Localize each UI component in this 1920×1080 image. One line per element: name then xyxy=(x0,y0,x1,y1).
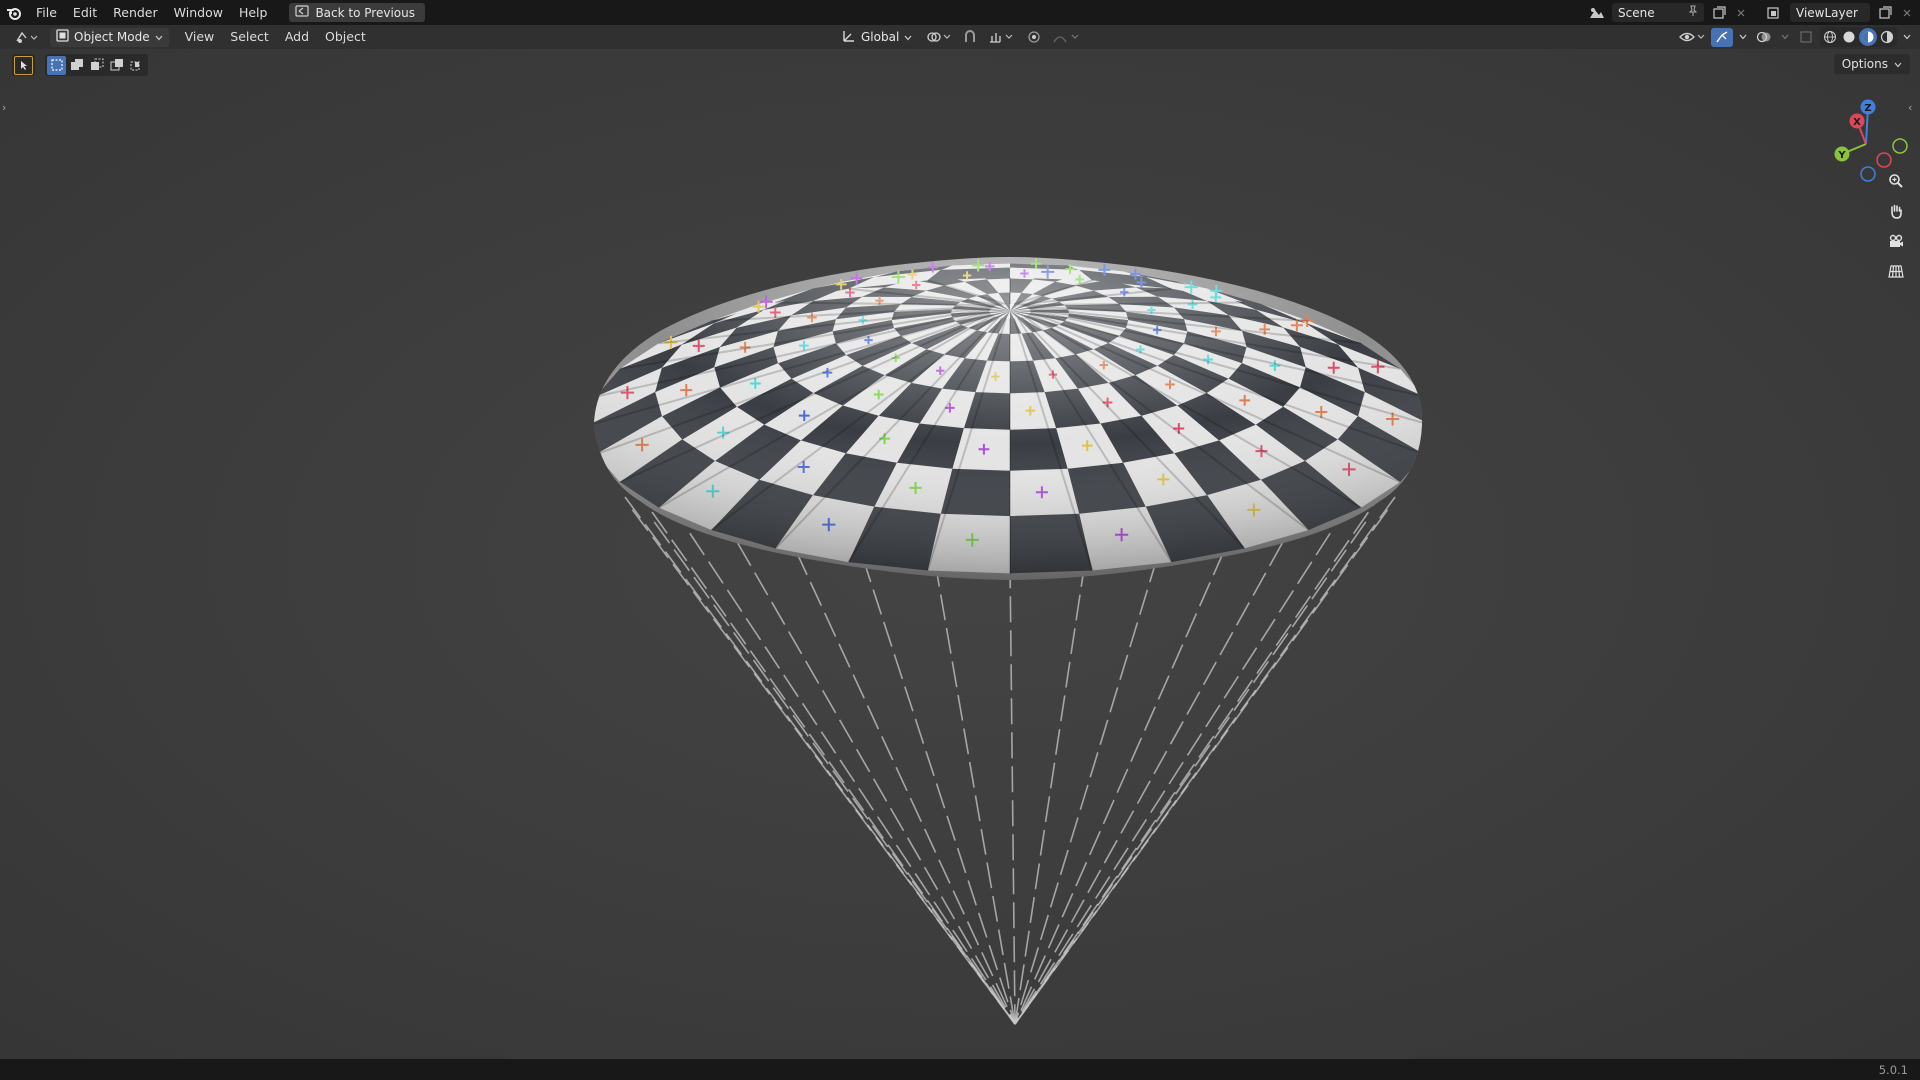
back-to-previous-label: Back to Previous xyxy=(315,5,415,20)
view-layer-browse-icon[interactable] xyxy=(1764,3,1786,22)
delete-view-layer-icon[interactable] xyxy=(1900,3,1914,22)
select-subtract-icon[interactable] xyxy=(87,56,106,75)
object-mode-dropdown[interactable]: Object Mode xyxy=(50,27,169,47)
gizmo-neg-x-icon[interactable] xyxy=(1876,152,1892,168)
overlay-dropdown-icon[interactable] xyxy=(1778,28,1792,47)
3d-viewport[interactable]: › ‹ Options Z X Y xyxy=(0,49,1920,1059)
orientation-label: Global xyxy=(861,30,900,44)
gizmo-neg-z-icon[interactable] xyxy=(1860,166,1876,182)
suspension-line xyxy=(1014,550,1225,1025)
camera-icon[interactable] xyxy=(1884,229,1908,253)
pin-icon[interactable] xyxy=(1688,5,1698,20)
parachute-model[interactable] xyxy=(0,49,1920,1059)
object-mode-icon xyxy=(56,29,69,45)
xray-icon[interactable] xyxy=(1795,28,1817,47)
tool-select-group xyxy=(12,54,35,76)
options-label: Options xyxy=(1841,57,1888,71)
suspension-line xyxy=(795,550,1016,1025)
object-mode-label: Object Mode xyxy=(74,30,150,44)
suspension-line xyxy=(1014,542,1283,1025)
toolbar-expand-icon[interactable]: › xyxy=(2,101,12,114)
proportional-icon[interactable] xyxy=(1024,28,1044,47)
back-to-previous-button[interactable]: Back to Previous xyxy=(289,3,425,22)
zoom-icon[interactable] xyxy=(1884,169,1908,193)
wireframe-shading-icon[interactable] xyxy=(1821,28,1839,46)
shading-mode-group xyxy=(1820,27,1897,47)
back-icon xyxy=(295,5,310,20)
select-intersect-icon[interactable] xyxy=(127,56,146,75)
menu-select[interactable]: Select xyxy=(222,25,277,49)
material-shading-icon[interactable] xyxy=(1859,28,1877,46)
blender-logo-icon[interactable] xyxy=(0,0,28,25)
editor-type-icon[interactable] xyxy=(12,28,42,47)
suspension-line xyxy=(1014,532,1331,1025)
selection-mode-group xyxy=(45,54,148,76)
new-scene-icon[interactable] xyxy=(1708,3,1730,22)
gizmo-z-label: Z xyxy=(1864,103,1871,114)
snap-icon[interactable] xyxy=(960,28,980,47)
top-menu-bar: File Edit Render Window Help Back to Pre… xyxy=(0,0,1920,25)
gizmo-y-label: Y xyxy=(1837,150,1846,161)
hand-pan-icon[interactable] xyxy=(1884,199,1908,223)
gizmo-icon[interactable] xyxy=(1711,27,1733,47)
version-label: 5.0.1 xyxy=(1878,1062,1908,1077)
gizmo-x-label: X xyxy=(1853,117,1861,128)
visibility-icon[interactable] xyxy=(1676,28,1708,47)
grid-view-icon[interactable] xyxy=(1884,259,1908,283)
viewport-header: Object Mode View Select Add Object Globa… xyxy=(0,25,1920,49)
solid-shading-icon[interactable] xyxy=(1840,28,1858,46)
chevron-down-icon xyxy=(904,30,912,44)
view-layer-field[interactable]: ViewLayer xyxy=(1790,3,1870,22)
shading-dropdown-icon[interactable] xyxy=(1900,28,1914,47)
menu-help[interactable]: Help xyxy=(231,0,276,25)
snap-target-icon[interactable] xyxy=(986,28,1018,47)
overlay-icon[interactable] xyxy=(1753,28,1775,47)
new-view-layer-icon[interactable] xyxy=(1874,3,1896,22)
rendered-shading-icon[interactable] xyxy=(1878,28,1896,46)
chevron-down-icon xyxy=(155,30,163,44)
scene-name-field[interactable]: Scene xyxy=(1612,3,1704,22)
navigation-gizmo[interactable]: Z X Y xyxy=(1810,84,1920,214)
suspension-line xyxy=(1009,562,1016,1025)
gizmo-neg-y-icon[interactable] xyxy=(1892,138,1908,154)
menu-add[interactable]: Add xyxy=(277,25,317,49)
canopy xyxy=(594,257,1423,580)
suspension-line xyxy=(861,557,1016,1025)
menu-edit[interactable]: Edit xyxy=(65,0,105,25)
orientation-icon xyxy=(842,29,856,46)
select-extend-icon[interactable] xyxy=(67,56,86,75)
options-dropdown[interactable]: Options xyxy=(1833,54,1910,74)
gizmo-dropdown-icon[interactable] xyxy=(1736,28,1750,47)
status-bar: 5.0.1 xyxy=(0,1059,1920,1080)
suspension-line xyxy=(934,560,1016,1025)
menu-object[interactable]: Object xyxy=(317,25,374,49)
menu-file[interactable]: File xyxy=(28,0,65,25)
orientation-dropdown[interactable]: Global xyxy=(836,28,918,47)
suspension-line xyxy=(1014,557,1159,1025)
select-tool-icon[interactable] xyxy=(14,55,33,75)
menu-view[interactable]: View xyxy=(177,25,223,49)
suspension-line xyxy=(1014,560,1086,1025)
chevron-down-icon xyxy=(1894,57,1902,71)
select-new-icon[interactable] xyxy=(47,55,66,75)
menu-window[interactable]: Window xyxy=(166,0,231,25)
menu-render[interactable]: Render xyxy=(105,0,166,25)
suspension-line xyxy=(689,532,1016,1025)
delete-scene-icon[interactable] xyxy=(1734,3,1748,22)
select-invert-icon[interactable] xyxy=(107,56,126,75)
pivot-icon[interactable] xyxy=(924,28,954,47)
falloff-icon[interactable] xyxy=(1050,28,1084,47)
view-layer-name: ViewLayer xyxy=(1796,5,1858,20)
scene-browse-icon[interactable] xyxy=(1586,3,1608,22)
scene-name: Scene xyxy=(1618,5,1655,20)
